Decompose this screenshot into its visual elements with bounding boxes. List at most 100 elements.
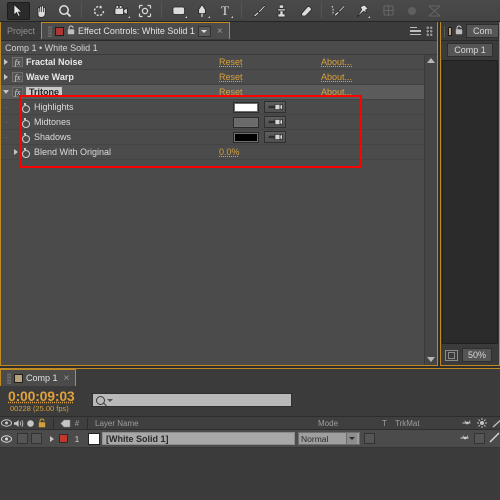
- camera-tool[interactable]: [110, 2, 133, 20]
- param-row-shadows[interactable]: · Shadows: [1, 130, 424, 145]
- tab-composition-label[interactable]: Com: [466, 24, 499, 38]
- selection-tool[interactable]: [7, 2, 30, 20]
- effect-row-wave-warp[interactable]: fx Wave Warp Reset About...: [1, 70, 424, 85]
- puppet-overlap-tool[interactable]: [377, 2, 400, 20]
- puppet-pin-tool[interactable]: [350, 2, 373, 20]
- hand-tool[interactable]: [30, 2, 53, 20]
- reset-link[interactable]: Reset: [219, 87, 243, 97]
- panel-grip-icon[interactable]: [426, 26, 433, 37]
- timeline-column-headers: # Layer Name Mode T TrkMat: [0, 416, 500, 430]
- rotation-tool[interactable]: [87, 2, 110, 20]
- effect-controls-panel-menu[interactable]: [406, 22, 437, 40]
- effect-controls-panel: Project Effect Controls: White Solid 1 ×…: [0, 22, 438, 366]
- composition-tabbar: Com: [441, 22, 499, 41]
- text-tool[interactable]: T: [213, 2, 236, 20]
- param-row-midtones[interactable]: · Midtones: [1, 115, 424, 130]
- toggle-view-layout-icon[interactable]: [445, 350, 458, 361]
- composition-swatch-icon: [14, 374, 23, 383]
- twirl-closed-icon[interactable]: [1, 74, 11, 80]
- tab-close-icon[interactable]: ×: [214, 26, 223, 37]
- tab-grip-icon[interactable]: [7, 373, 11, 384]
- table-row[interactable]: 1 [White Solid 1] Normal: [0, 430, 500, 448]
- color-swatch-highlights[interactable]: [233, 102, 259, 113]
- svg-text:T: T: [221, 4, 229, 17]
- effect-row-fractal-noise[interactable]: fx Fractal Noise Reset About...: [1, 55, 424, 70]
- effect-list: fx Fractal Noise Reset About... fx Wave …: [1, 55, 424, 365]
- tab-grip-icon[interactable]: [444, 26, 445, 37]
- reset-link[interactable]: Reset: [219, 72, 243, 82]
- tab-effect-controls[interactable]: Effect Controls: White Solid 1 ×: [41, 22, 230, 39]
- zoom-level-select[interactable]: 50%: [462, 348, 492, 362]
- search-input[interactable]: [92, 393, 292, 407]
- mode-chevron-down-icon[interactable]: [346, 433, 357, 444]
- tab-chevron-down-icon[interactable]: [198, 26, 211, 37]
- zoom-tool[interactable]: [53, 2, 76, 20]
- scroll-down-arrow-icon[interactable]: [426, 354, 437, 365]
- toolbar-group-create: T: [165, 0, 238, 21]
- layer-quality-toggle[interactable]: [489, 432, 500, 445]
- param-label: Midtones: [34, 117, 71, 127]
- layer-twirl-icon[interactable]: [47, 436, 57, 442]
- current-timecode[interactable]: 0:00:09:03: [0, 389, 75, 403]
- layer-mode-select[interactable]: Normal: [298, 432, 360, 445]
- layer-audio-toggle[interactable]: [17, 433, 28, 444]
- layer-effects-toggle[interactable]: [474, 433, 485, 444]
- fx-icon: fx: [12, 87, 23, 97]
- stopwatch-icon[interactable]: [21, 118, 30, 127]
- tab-project[interactable]: Project: [1, 22, 41, 39]
- header-t: T: [382, 419, 387, 428]
- puppet-mesh-tool[interactable]: [423, 2, 446, 20]
- reset-link[interactable]: Reset: [219, 57, 243, 67]
- composition-viewer[interactable]: [442, 60, 498, 344]
- stopwatch-icon[interactable]: [21, 148, 30, 157]
- twirl-open-icon[interactable]: [1, 90, 11, 94]
- pan-behind-tool[interactable]: [133, 2, 156, 20]
- stopwatch-icon[interactable]: [21, 133, 30, 142]
- toolbar-separator: [321, 3, 322, 18]
- effect-controls-scrollbar[interactable]: [424, 55, 437, 365]
- stopwatch-icon[interactable]: [21, 103, 30, 112]
- twirl-closed-icon[interactable]: [1, 59, 11, 65]
- layer-preserve-transparency-toggle[interactable]: [364, 433, 375, 444]
- tool-flyout-indicator: [128, 16, 130, 18]
- panel-menu-icon[interactable]: [410, 26, 422, 36]
- layer-name[interactable]: [White Solid 1]: [102, 432, 295, 445]
- about-link[interactable]: About...: [321, 57, 352, 67]
- eraser-tool[interactable]: [293, 2, 316, 20]
- param-row-blend-with-original[interactable]: Blend With Original 0.0%: [1, 145, 424, 160]
- effect-row-tritone[interactable]: fx Tritone Reset About...: [1, 85, 424, 100]
- brush-tool[interactable]: [247, 2, 270, 20]
- puppet-starch-tool[interactable]: [400, 2, 423, 20]
- layer-source-swatch: [88, 433, 100, 445]
- about-link[interactable]: About...: [321, 87, 352, 97]
- about-link[interactable]: About...: [321, 72, 352, 82]
- param-bullet-icon: ·: [1, 102, 11, 112]
- twirl-closed-icon[interactable]: [11, 149, 21, 155]
- eyedropper-midtones[interactable]: [264, 116, 286, 128]
- clone-stamp-tool[interactable]: [270, 2, 293, 20]
- pen-tool[interactable]: [190, 2, 213, 20]
- header-quality-icon: [492, 418, 500, 428]
- layer-label-color[interactable]: [59, 434, 68, 443]
- roto-brush-tool[interactable]: [327, 2, 350, 20]
- shape-tool[interactable]: [167, 2, 190, 20]
- effect-controls-tabbar: Project Effect Controls: White Solid 1 ×: [1, 22, 437, 41]
- layer-visibility-toggle[interactable]: [0, 434, 12, 444]
- tab-close-icon[interactable]: ×: [61, 373, 70, 384]
- tab-timeline-comp1[interactable]: Comp 1 ×: [0, 369, 76, 386]
- eyedropper-shadows[interactable]: [264, 131, 286, 143]
- timeline-empty-area[interactable]: [0, 448, 500, 500]
- param-row-highlights[interactable]: · Highlights: [1, 100, 424, 115]
- scroll-up-arrow-icon[interactable]: [426, 55, 437, 66]
- composition-name[interactable]: Comp 1: [447, 43, 493, 57]
- param-value-blend[interactable]: 0.0%: [219, 147, 240, 157]
- layer-motion-blur-toggle[interactable]: [460, 434, 470, 444]
- color-swatch-midtones[interactable]: [233, 117, 259, 128]
- lock-icon[interactable]: [67, 25, 75, 37]
- layer-solo-toggle[interactable]: [31, 433, 42, 444]
- search-chevron-down-icon[interactable]: [107, 399, 113, 402]
- color-swatch-shadows[interactable]: [233, 132, 259, 143]
- lock-icon[interactable]: [455, 25, 463, 37]
- effect-controls-body: fx Fractal Noise Reset About... fx Wave …: [1, 55, 437, 365]
- eyedropper-highlights[interactable]: [264, 101, 286, 113]
